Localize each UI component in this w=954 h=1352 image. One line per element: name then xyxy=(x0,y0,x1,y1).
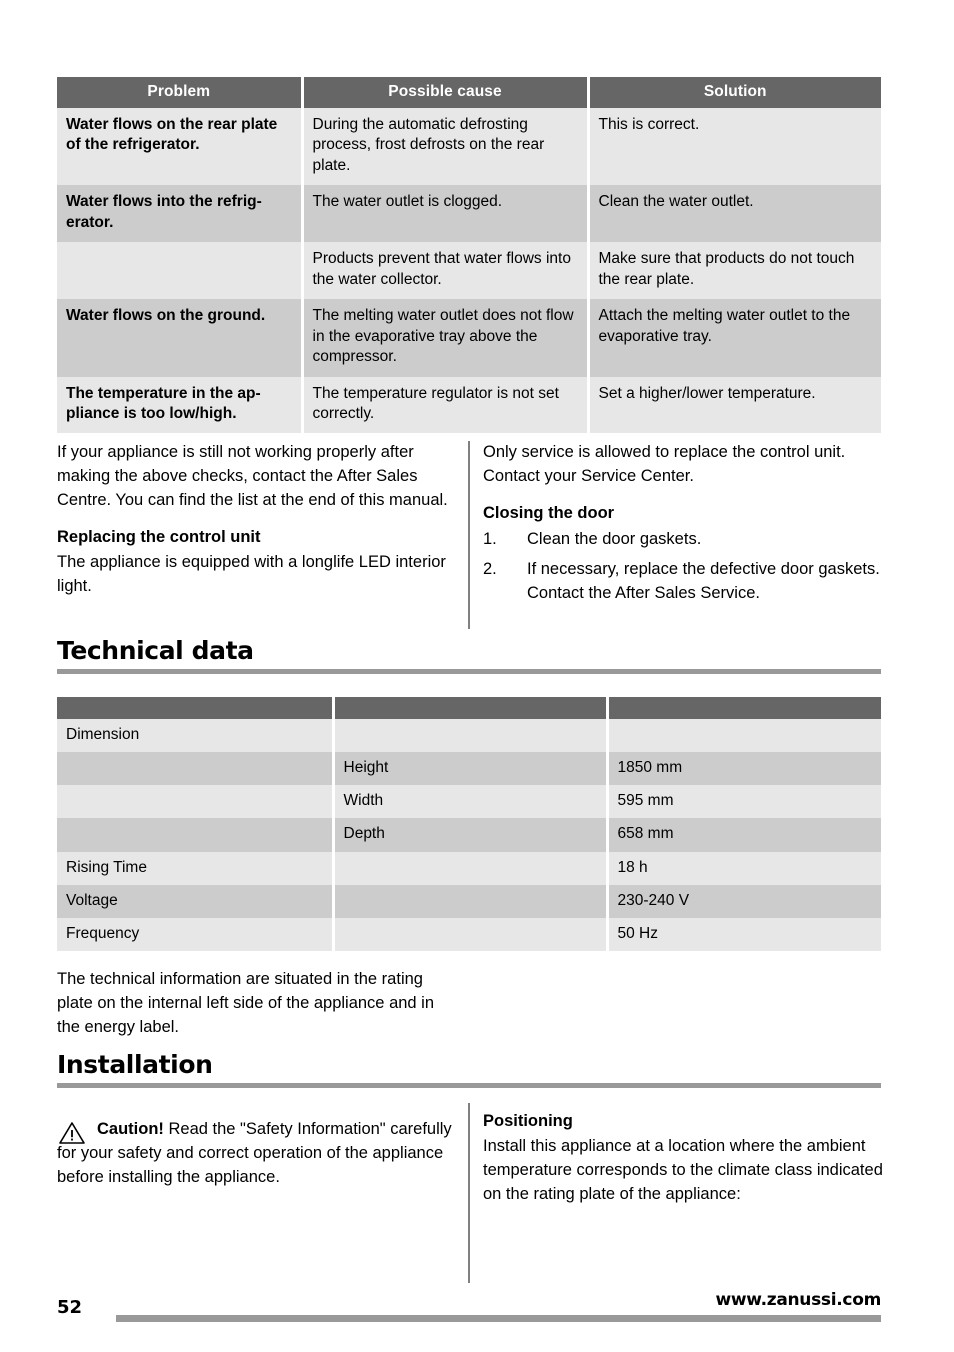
column-divider-top xyxy=(468,441,470,629)
list-item: 1. Clean the door gaskets. xyxy=(483,528,883,552)
column-header-possible-cause: Possible cause xyxy=(302,77,590,108)
cell-value: 595 mm xyxy=(607,785,881,819)
caution-text: Caution! Read the "Safety Information" c… xyxy=(57,1118,457,1190)
caution-block: Caution! Read the "Safety Information" c… xyxy=(57,1118,457,1190)
table-row: The temperature in the ap-pliance is too… xyxy=(57,376,881,434)
column-header-3 xyxy=(607,697,881,719)
manual-page: Problem Possible cause Solution Water fl… xyxy=(0,0,954,1352)
installation-column-right: Positioning Install this appliance at a … xyxy=(483,1110,883,1220)
cell-label xyxy=(57,752,335,786)
step-number: 2. xyxy=(483,560,497,579)
cell-solution: This is correct. xyxy=(588,108,881,186)
table-row: Water flows on the ground. The melting w… xyxy=(57,299,881,377)
cell-cause: The temperature regulator is not set cor… xyxy=(302,376,590,434)
cell-problem: Water flows into the refrig-erator. xyxy=(57,185,304,243)
step-text: If necessary, replace the defective door… xyxy=(527,560,880,602)
heading-replacing-control-unit: Replacing the control unit xyxy=(57,527,261,546)
page-title: Technical data xyxy=(57,636,254,665)
column-header-2 xyxy=(333,697,609,719)
cell-problem: The temperature in the ap-pliance is too… xyxy=(57,376,304,434)
cell-value: 1850 mm xyxy=(607,752,881,786)
caution-label: Caution! xyxy=(97,1120,164,1138)
list-item: 2. If necessary, replace the defective d… xyxy=(483,558,883,606)
cell-cause: During the automatic defrosting process,… xyxy=(302,108,590,186)
cell-label: Voltage xyxy=(57,884,335,918)
heading-rule xyxy=(57,669,881,675)
table-header-row xyxy=(57,697,881,719)
table-row: Voltage 230-240 V xyxy=(57,884,881,918)
heading-rule xyxy=(57,1083,881,1089)
cell-solution: Attach the melting water outlet to the e… xyxy=(588,299,881,377)
service-replace-paragraph: Only service is allowed to replace the c… xyxy=(483,443,846,485)
positioning-paragraph: Install this appliance at a location whe… xyxy=(483,1137,883,1204)
cell-sub xyxy=(333,884,609,918)
technical-note-block: The technical information are situated i… xyxy=(57,968,457,1053)
cell-solution: Set a higher/lower temperature. xyxy=(588,376,881,434)
table-row: Height 1850 mm xyxy=(57,752,881,786)
page-number: 52 xyxy=(57,1297,83,1318)
table-row: Frequency 50 Hz xyxy=(57,917,881,951)
cell-label: Rising Time xyxy=(57,851,335,885)
installation-column-left: Caution! Read the "Safety Information" c… xyxy=(57,1118,457,1190)
cell-cause: The water outlet is clogged. xyxy=(302,185,590,243)
column-header-1 xyxy=(57,697,335,719)
table-row: Rising Time 18 h xyxy=(57,851,881,885)
table-header-row: Problem Possible cause Solution xyxy=(57,77,881,108)
cell-value: 18 h xyxy=(607,851,881,885)
cell-problem: Water flows on the ground. xyxy=(57,299,304,377)
closing-door-steps: 1. Clean the door gaskets. 2. If necessa… xyxy=(483,528,883,606)
cell-cause: The melting water outlet does not flow i… xyxy=(302,299,590,377)
cell-sub: Depth xyxy=(333,818,609,852)
column-header-problem: Problem xyxy=(57,77,304,108)
cell-value: 658 mm xyxy=(607,818,881,852)
cell-sub: Width xyxy=(333,785,609,819)
column-divider-bottom xyxy=(468,1103,470,1283)
table-row: Depth 658 mm xyxy=(57,818,881,852)
cell-solution: Make sure that products do not touch the… xyxy=(588,242,881,300)
table-row: Water flows on the rear plate of the ref… xyxy=(57,108,881,186)
cell-sub xyxy=(333,719,609,753)
heading-positioning: Positioning xyxy=(483,1112,573,1130)
cell-value: 230-240 V xyxy=(607,884,881,918)
table-row: Water flows into the refrig-erator. The … xyxy=(57,185,881,243)
cell-label: Frequency xyxy=(57,917,335,951)
technical-note-paragraph: The technical information are situated i… xyxy=(57,970,435,1036)
section-heading-installation: Installation xyxy=(57,1050,881,1089)
cell-label: Dimension xyxy=(57,719,335,753)
cell-problem: Water flows on the rear plate of the ref… xyxy=(57,108,304,186)
table-row: Dimension xyxy=(57,719,881,753)
cell-sub: Height xyxy=(333,752,609,786)
cell-cause: Products prevent that water flows into t… xyxy=(302,242,590,300)
cell-sub xyxy=(333,917,609,951)
cell-label xyxy=(57,818,335,852)
troubleshooting-table: Problem Possible cause Solution Water fl… xyxy=(57,77,881,434)
section-heading-technical-data: Technical data xyxy=(57,636,881,675)
footer-rule xyxy=(116,1315,881,1322)
column-header-solution: Solution xyxy=(588,77,881,108)
step-text: Clean the door gaskets. xyxy=(527,530,702,549)
cell-value: 50 Hz xyxy=(607,917,881,951)
technical-data-table: Dimension Height 1850 mm Width 595 mm De… xyxy=(57,697,881,951)
cell-value xyxy=(607,719,881,753)
service-column-right: Only service is allowed to replace the c… xyxy=(483,441,883,612)
table-row: Width 595 mm xyxy=(57,785,881,819)
after-sales-paragraph: If your appliance is still not working p… xyxy=(57,443,448,509)
control-unit-paragraph: The appliance is equipped with a longlif… xyxy=(57,553,446,595)
page-title: Installation xyxy=(57,1050,213,1079)
cell-solution: Clean the water outlet. xyxy=(588,185,881,243)
cell-label xyxy=(57,785,335,819)
table-row: Products prevent that water flows into t… xyxy=(57,242,881,300)
footer-website-url: www.zanussi.com xyxy=(715,1290,881,1310)
service-column-left: If your appliance is still not working p… xyxy=(57,441,457,612)
step-number: 1. xyxy=(483,530,497,549)
cell-sub xyxy=(333,851,609,885)
heading-closing-the-door: Closing the door xyxy=(483,503,615,522)
cell-problem xyxy=(57,242,304,300)
warning-triangle-icon xyxy=(57,1120,87,1146)
